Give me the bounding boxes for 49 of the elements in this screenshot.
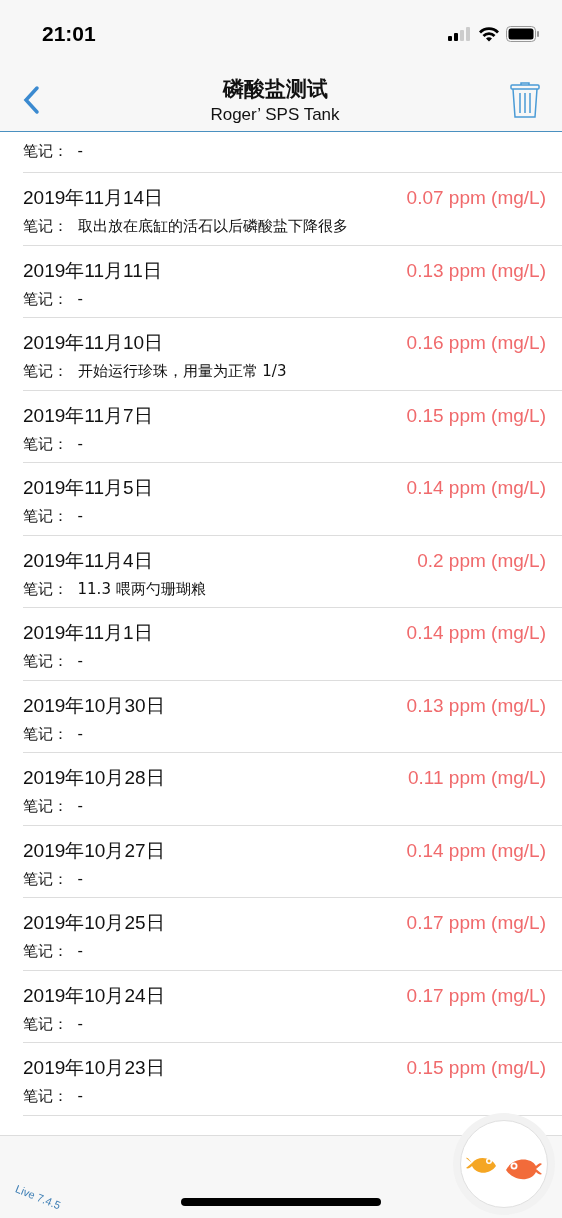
entry-date: 2019年11月7日	[23, 403, 153, 428]
note-text: 笔记： 11.3 喂两勺珊瑚粮	[23, 579, 207, 599]
note-text: 笔记： -	[23, 142, 84, 161]
note-text: 笔记： -	[23, 1014, 84, 1034]
note-text: 笔记： 取出放在底缸的活石以后磷酸盐下降很多	[23, 217, 349, 236]
entry-date: 2019年10月23日	[23, 1056, 165, 1080]
back-button[interactable]	[22, 84, 40, 115]
note-text: 笔记： -	[23, 797, 84, 816]
entry-date: 2019年10月28日	[23, 766, 165, 790]
note-text: 笔记： -	[23, 652, 84, 671]
entry-date: 2019年11月4日	[23, 548, 153, 573]
entry-value: 0.2 ppm (mg/L)	[417, 549, 546, 572]
entry-date: 2019年10月24日	[23, 983, 165, 1008]
entry-value: 0.17 ppm (mg/L)	[406, 912, 546, 934]
entry-date: 2019年11月1日	[23, 621, 153, 645]
status-time: 21:01	[42, 22, 96, 46]
note-text: 笔记： 开始运行珍珠，用量为正常 1/3	[23, 362, 288, 381]
entry-date: 2019年11月14日	[23, 186, 164, 210]
entry-value: 0.17 ppm (mg/L)	[406, 984, 546, 1007]
note-text: 笔记： -	[23, 289, 84, 309]
note-text: 笔记： -	[23, 434, 84, 454]
signal-icon	[448, 27, 472, 41]
entry-value: 0.14 ppm (mg/L)	[406, 477, 546, 499]
battery-icon	[506, 26, 540, 42]
note-text: 笔记： -	[23, 1087, 84, 1106]
note-text: 笔记： -	[23, 942, 84, 961]
trash-icon[interactable]	[510, 80, 540, 119]
entry-date: 2019年10月25日	[23, 911, 165, 935]
entry-date: 2019年10月27日	[23, 838, 165, 863]
version-label: Live 7.4.5	[13, 1182, 63, 1212]
entry-date: 2019年11月11日	[23, 258, 162, 283]
note-text: 笔记： -	[23, 507, 84, 526]
page-subtitle: Roger’ SPS Tank	[210, 104, 340, 125]
entry-value: 0.11 ppm (mg/L)	[408, 767, 546, 789]
entry-value: 0.14 ppm (mg/L)	[406, 839, 546, 862]
entry-value: 0.13 ppm (mg/L)	[406, 694, 546, 717]
entry-value: 0.07 ppm (mg/L)	[406, 187, 546, 209]
entry-value: 0.16 ppm (mg/L)	[406, 332, 546, 354]
entry-value: 0.15 ppm (mg/L)	[406, 1057, 546, 1079]
page-title: 磷酸盐测试	[222, 75, 328, 103]
note-text: 笔记： -	[23, 724, 84, 744]
entry-date: 2019年11月10日	[23, 331, 164, 355]
entry-value: 0.14 ppm (mg/L)	[406, 622, 546, 644]
note-text: 笔记： -	[23, 869, 84, 889]
entry-value: 0.13 ppm (mg/L)	[406, 259, 546, 282]
entry-value: 0.15 ppm (mg/L)	[406, 404, 546, 427]
entry-date: 2019年11月5日	[23, 476, 153, 500]
entry-date: 2019年10月30日	[23, 693, 165, 718]
wifi-icon	[478, 26, 500, 42]
